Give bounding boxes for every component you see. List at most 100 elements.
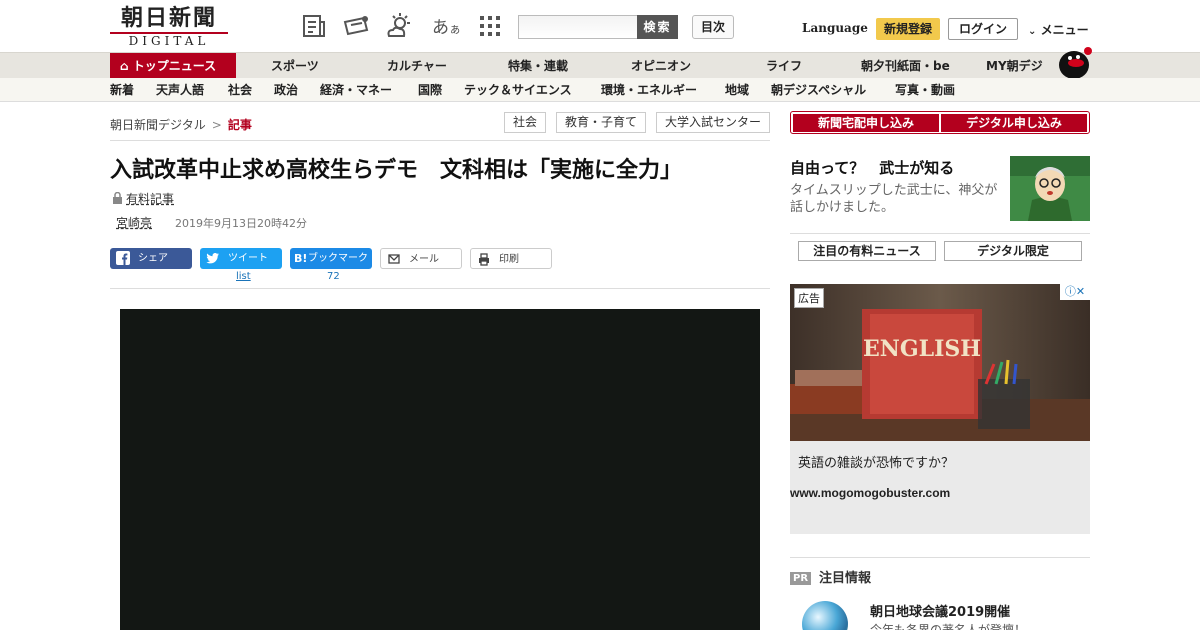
home-icon: ⌂ — [120, 59, 129, 73]
nav-item-top-news[interactable]: ⌂ トップニュース — [110, 53, 236, 79]
mascot-icon[interactable] — [1054, 45, 1092, 79]
chevron-down-icon: ⌄ — [1028, 26, 1037, 37]
register-button[interactable]: 新規登録 — [876, 18, 940, 40]
search-button[interactable]: 検索 — [637, 15, 678, 39]
logo-english: DIGITAL — [110, 32, 228, 48]
nav-item-features[interactable]: 特集・連載 — [508, 53, 568, 79]
tag-exam-center[interactable]: 大学入試センター — [656, 112, 770, 133]
ad-headline[interactable]: 英語の雑談が恐怖ですか？ — [798, 452, 954, 471]
subnav-item-environment[interactable]: 環境・エネルギー — [601, 78, 697, 102]
nav-item-life[interactable]: ライフ — [766, 53, 802, 79]
newspaper-icon[interactable] — [300, 12, 328, 40]
subnav-item-politics[interactable]: 政治 — [274, 78, 298, 102]
font-size-icon[interactable]: あぁ — [432, 13, 461, 38]
login-button[interactable]: ログイン — [948, 18, 1018, 40]
subnav-item-region[interactable]: 地域 — [725, 78, 749, 102]
nav-item-label: トップニュース — [132, 59, 217, 73]
facebook-share-label: シェア — [138, 253, 168, 264]
subnav-item-latest[interactable]: 新着 — [110, 78, 134, 102]
breadcrumb: 朝日新聞デジタル > 記事 — [110, 116, 252, 133]
promo-image[interactable] — [1010, 156, 1090, 221]
mail-button[interactable]: メール — [380, 248, 462, 269]
pr-item-title[interactable]: 朝日地球会議2019開催 — [870, 601, 1010, 620]
print-button[interactable]: 印刷 — [470, 248, 552, 269]
ad-image[interactable]: ENGLISH — [790, 284, 1090, 441]
subnav-item-society[interactable]: 社会 — [228, 78, 252, 102]
nav-item-print-edition[interactable]: 朝夕刊紙面・be — [861, 53, 950, 79]
paid-article-label: 有料記事 — [112, 190, 174, 207]
tab-digital-only[interactable]: デジタル限定 — [944, 241, 1082, 261]
site-logo[interactable]: 朝日新聞 DIGITAL — [110, 6, 228, 48]
main-nav: ⌂ トップニュース スポーツ カルチャー 特集・連載 オピニオン ライフ 朝夕刊… — [0, 47, 1200, 79]
divider — [790, 557, 1090, 558]
sub-nav: 新着 天声人語 社会 政治 経済・マネー 国際 テック＆サイエンス 環境・エネル… — [0, 78, 1200, 102]
twitter-list-link[interactable]: list — [236, 271, 251, 282]
weather-icon[interactable] — [385, 12, 413, 40]
ad-book-title: ENGLISH — [863, 336, 981, 362]
nav-item-my-asahi[interactable]: MY朝デジ — [986, 53, 1043, 79]
hatena-bookmark-label: ブックマーク — [308, 253, 368, 264]
ad-url[interactable]: www.mogomogobuster.com — [790, 486, 950, 500]
promo-title[interactable]: 自由って？ 武士が知る — [790, 157, 954, 178]
promo-text[interactable]: タイムスリップした武士に、神父が話しかけました。 — [790, 182, 1004, 216]
facebook-icon — [116, 251, 130, 265]
ad-english-book-illustration: ENGLISH — [790, 284, 1090, 441]
article-author[interactable]: 宮崎亮 — [116, 214, 152, 231]
hatena-bookmark-count[interactable]: 72 — [327, 271, 340, 282]
mail-icon — [388, 254, 400, 264]
twitter-icon — [206, 253, 219, 264]
pr-item-subtitle[interactable]: 今年も各界の著名人が登壇！ — [870, 621, 1026, 630]
ticket-icon[interactable] — [342, 12, 370, 40]
grid-icon[interactable] — [476, 12, 504, 40]
divider — [790, 233, 1090, 234]
subscription-buttons: 新聞宅配申し込み デジタル申し込み — [790, 111, 1090, 134]
nav-item-culture[interactable]: カルチャー — [387, 53, 447, 79]
tag-society[interactable]: 社会 — [504, 112, 546, 133]
menu-button[interactable]: ⌄ メニュー — [1028, 21, 1089, 38]
search-input[interactable] — [518, 15, 638, 39]
print-icon — [479, 253, 489, 266]
subnav-item-tech-science[interactable]: テック＆サイエンス — [464, 78, 572, 102]
site-header: 朝日新聞 DIGITAL あぁ 検索 目次 Language 新規登録 ログイン — [0, 0, 1200, 52]
print-label: 印刷 — [499, 254, 519, 265]
nav-item-sports[interactable]: スポーツ — [271, 53, 319, 79]
toc-button[interactable]: 目次 — [692, 15, 734, 39]
hatena-bookmark-button[interactable]: B! ブックマーク — [290, 248, 372, 269]
facebook-share-button[interactable]: シェア — [110, 248, 192, 269]
breadcrumb-home[interactable]: 朝日新聞デジタル — [110, 118, 206, 132]
pr-badge: PR — [790, 572, 812, 585]
globe-icon[interactable] — [802, 601, 848, 630]
article-video-player[interactable] — [120, 309, 760, 630]
logo-japanese: 朝日新聞 — [120, 5, 217, 31]
twitter-share-label: ツイート — [228, 253, 268, 264]
breadcrumb-current: 記事 — [227, 118, 252, 132]
newspaper-subscribe-button[interactable]: 新聞宅配申し込み — [793, 114, 939, 132]
lock-icon — [113, 191, 122, 204]
subnav-item-tensei-jingo[interactable]: 天声人語 — [156, 78, 204, 102]
breadcrumb-separator: > — [211, 118, 222, 132]
menu-label: メニュー — [1040, 23, 1089, 37]
language-link[interactable]: Language — [802, 21, 868, 35]
pr-heading: PR 注目情報 — [790, 567, 871, 586]
nav-item-opinion[interactable]: オピニオン — [631, 53, 691, 79]
advertisement[interactable]: ENGLISH 広告 ⓘ✕ 英語の雑談が恐怖ですか？ www.mogomogob… — [790, 284, 1090, 534]
mail-label: メール — [409, 254, 439, 265]
pr-heading-label: 注目情報 — [819, 571, 872, 586]
article-title: 入試改革中止求め高校生らデモ 文科相は「実施に全力」 — [110, 158, 683, 183]
subnav-item-photo-video[interactable]: 写真・動画 — [895, 78, 955, 102]
samurai-illustration — [1010, 156, 1090, 221]
tag-education[interactable]: 教育・子育て — [556, 112, 646, 133]
digital-subscribe-button[interactable]: デジタル申し込み — [941, 114, 1087, 132]
ad-choices-icon[interactable]: ⓘ✕ — [1060, 284, 1090, 300]
subnav-item-international[interactable]: 国際 — [418, 78, 442, 102]
divider — [110, 140, 770, 141]
subnav-item-special[interactable]: 朝デジスペシャル — [771, 78, 866, 102]
paid-article-text[interactable]: 有料記事 — [126, 192, 174, 206]
article-date: 2019年9月13日20時42分 — [175, 217, 307, 230]
twitter-share-button[interactable]: ツイート — [200, 248, 282, 269]
tab-paid-news[interactable]: 注目の有料ニュース — [798, 241, 936, 261]
ad-label: 広告 — [794, 288, 824, 308]
divider — [110, 288, 770, 289]
hatena-icon: B! — [294, 252, 308, 265]
subnav-item-economy[interactable]: 経済・マネー — [320, 78, 392, 102]
